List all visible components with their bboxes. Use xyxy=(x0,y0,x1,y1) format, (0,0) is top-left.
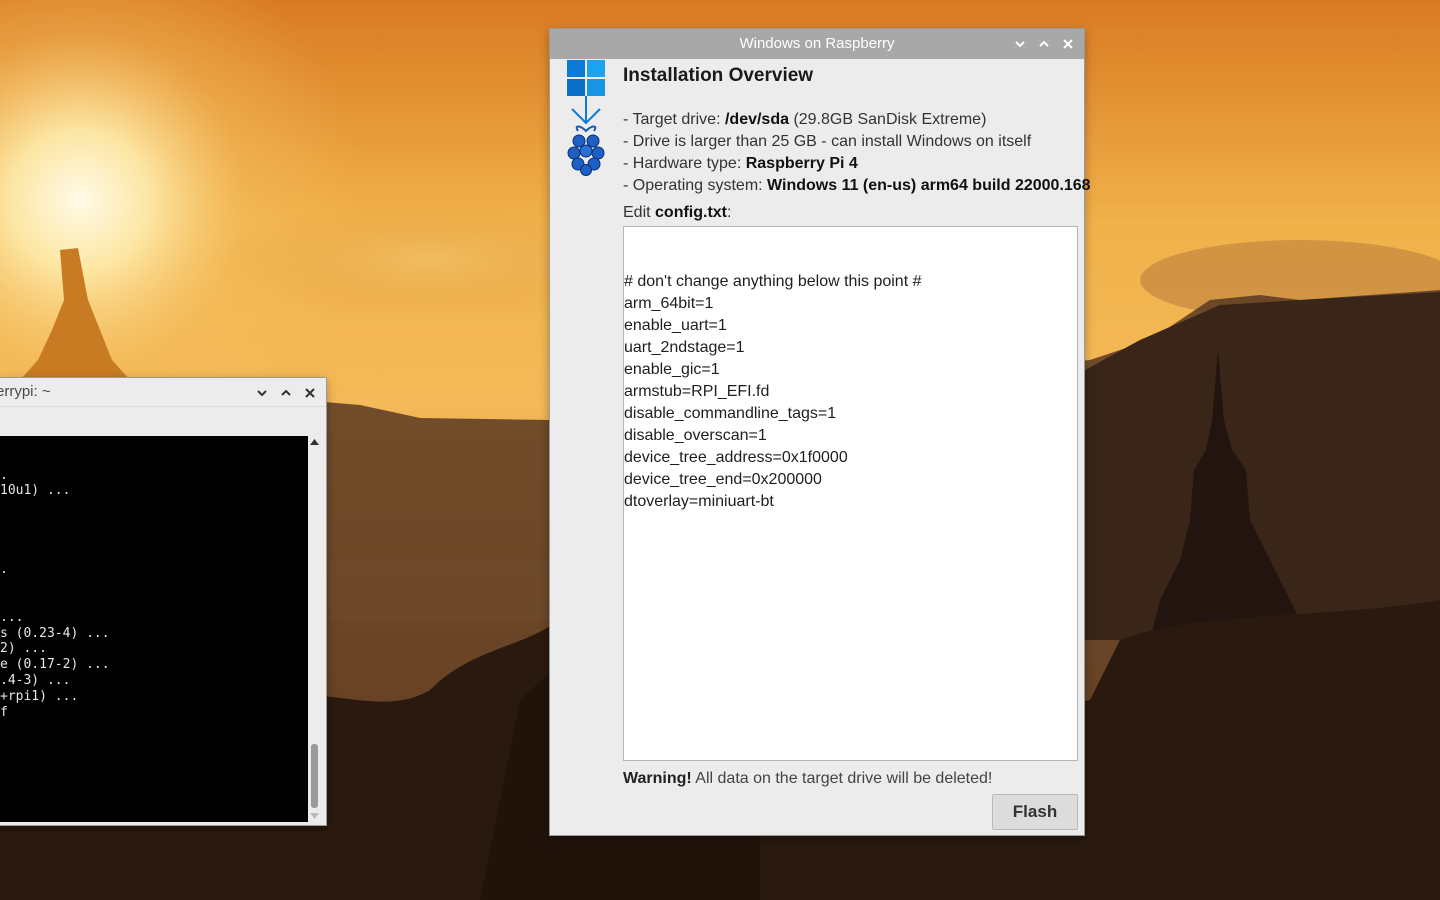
target-drive-line: - Target drive: /dev/sda (29.8GB SanDisk… xyxy=(623,111,986,129)
terminal-text: . 10u1) ... . ... s (0.23-4) ... 2) ... … xyxy=(0,467,110,720)
operating-system-label: - Operating system: xyxy=(623,177,768,194)
scroll-up-arrow-icon[interactable] xyxy=(310,438,319,446)
windows-logo-icon xyxy=(567,60,605,96)
edit-suffix: : xyxy=(727,204,732,221)
target-drive-label: - Target drive: xyxy=(623,111,725,128)
edit-prefix: Edit xyxy=(623,204,656,221)
terminal-output[interactable]: . 10u1) ... . ... s (0.23-4) ... 2) ... … xyxy=(0,436,308,822)
drive-size-note: - Drive is larger than 25 GB - can insta… xyxy=(623,133,1032,150)
warning-text: All data on the target drive will be del… xyxy=(691,770,993,787)
flash-button[interactable]: Flash xyxy=(992,794,1078,830)
hardware-type-label: - Hardware type: xyxy=(623,155,746,172)
config-filename: config.txt xyxy=(655,204,728,221)
terminal-titlebar[interactable]: errypi: ~ xyxy=(0,378,326,407)
operating-system-value: Windows 11 (en-us) arm64 build 22000.168 xyxy=(767,177,1091,194)
config-txt-editor[interactable] xyxy=(623,226,1078,761)
terminal-window[interactable]: errypi: ~ . 10u1) ... . ... s (0.23-4) .… xyxy=(0,378,326,825)
minimize-icon[interactable] xyxy=(253,384,271,402)
installer-titlebar[interactable]: Windows on Raspberry xyxy=(550,29,1084,59)
scrollbar-thumb[interactable] xyxy=(311,744,318,808)
edit-config-label: Edit config.txt: xyxy=(623,204,731,222)
installation-overview-heading: Installation Overview xyxy=(623,65,814,86)
warning-strong: Warning! xyxy=(623,770,692,787)
target-drive-device: /dev/sda xyxy=(724,111,789,128)
maximize-icon[interactable] xyxy=(1035,35,1053,53)
close-icon[interactable] xyxy=(1059,35,1077,53)
operating-system-line: - Operating system: Windows 11 (en-us) a… xyxy=(623,177,1091,195)
maximize-icon[interactable] xyxy=(277,384,295,402)
arrow-down-icon xyxy=(571,96,601,125)
scroll-down-arrow-icon[interactable] xyxy=(310,812,319,820)
raspberry-icon xyxy=(567,125,605,176)
terminal-scrollbar[interactable] xyxy=(308,436,321,822)
minimize-icon[interactable] xyxy=(1011,35,1029,53)
hardware-type-line: - Hardware type: Raspberry Pi 4 xyxy=(623,155,858,173)
installer-window[interactable]: Windows on Raspberry Installation Overvi… xyxy=(550,29,1091,835)
hardware-type-value: Raspberry Pi 4 xyxy=(745,155,858,172)
target-drive-details: (29.8GB SanDisk Extreme) xyxy=(789,111,987,128)
close-icon[interactable] xyxy=(301,384,319,402)
windows-on-raspberry-logo xyxy=(567,60,605,176)
window-title: Windows on Raspberry xyxy=(739,35,895,52)
data-loss-warning: Warning! All data on the target drive wi… xyxy=(623,770,992,788)
